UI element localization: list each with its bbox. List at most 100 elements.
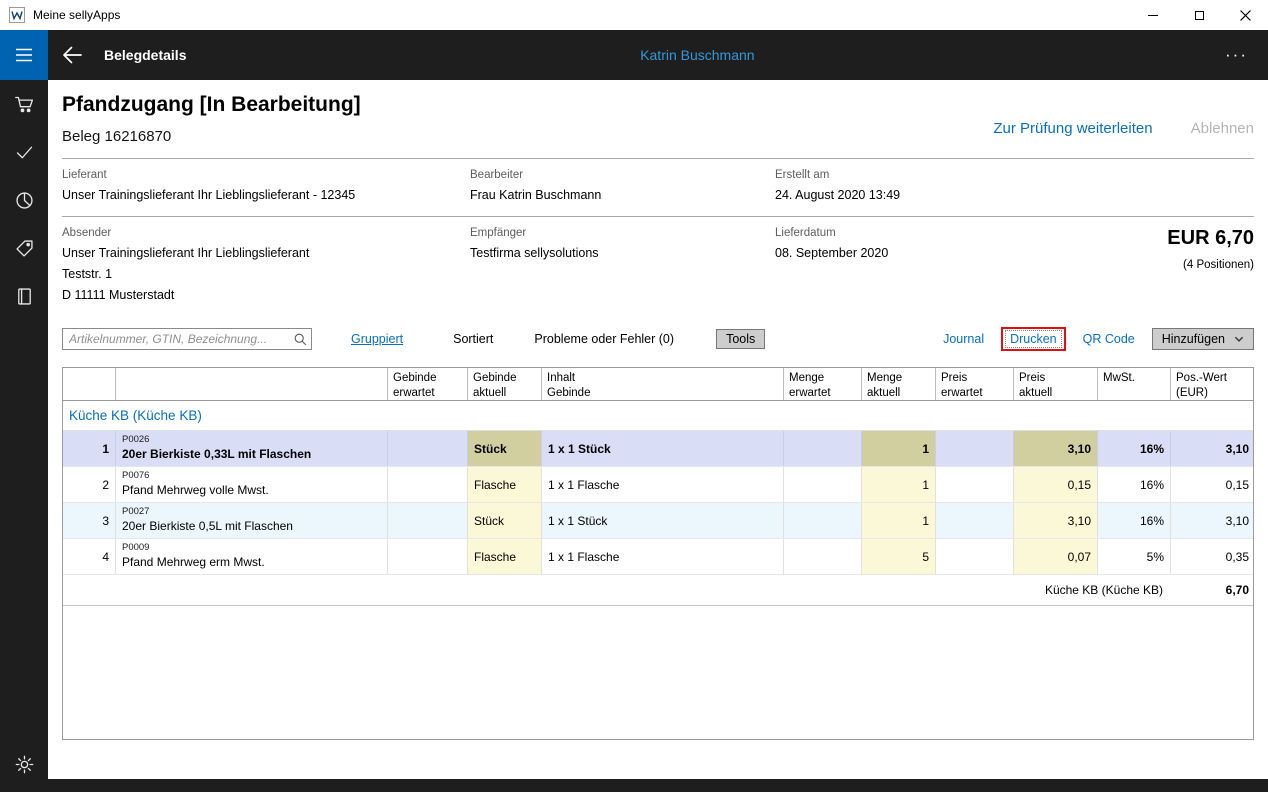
sidebar-item-journal[interactable] bbox=[0, 272, 48, 320]
maximize-icon bbox=[1194, 10, 1204, 20]
bearbeiter-value: Frau Katrin Buschmann bbox=[470, 188, 602, 202]
gebinde-erwartet-cell bbox=[388, 431, 468, 466]
pos-wert-cell: 3,10 bbox=[1225, 513, 1249, 528]
qr-code-button[interactable]: QR Code bbox=[1083, 332, 1135, 346]
col-header-preis-erwartet: Preis erwartet bbox=[936, 368, 1014, 400]
nav-sidebar bbox=[0, 80, 48, 792]
lieferant-value: Unser Trainingslieferant Ihr Lieblingsli… bbox=[62, 188, 356, 202]
sidebar-item-tasks[interactable] bbox=[0, 128, 48, 176]
col-header-inhalt-gebinde: Inhalt Gebinde bbox=[542, 368, 784, 400]
col-header-gebinde-erwartet: Gebinde erwartet bbox=[388, 368, 468, 400]
absender-line-3: D 11111 Musterstadt bbox=[62, 288, 175, 302]
search-input[interactable] bbox=[62, 328, 312, 350]
drucken-button[interactable]: Drucken bbox=[1010, 332, 1057, 346]
absender-line-1: Unser Trainingslieferant Ihr Lieblingsli… bbox=[62, 246, 310, 260]
positions-table: Gebinde erwartet Gebinde aktuell Inhalt … bbox=[62, 367, 1254, 740]
more-options-button[interactable]: ··· bbox=[1225, 46, 1248, 63]
reject-button[interactable]: Ablehnen bbox=[1191, 120, 1254, 137]
preis-erwartet-cell bbox=[936, 539, 1014, 574]
sidebar-item-cart[interactable] bbox=[0, 80, 48, 128]
current-user-link[interactable]: Katrin Buschmann bbox=[640, 47, 754, 63]
menge-aktuell-cell: 1 bbox=[862, 503, 936, 538]
sidebar-item-settings[interactable] bbox=[0, 740, 48, 788]
row-number: 3 bbox=[63, 503, 116, 538]
menge-aktuell-cell: 1 bbox=[862, 467, 936, 502]
journal-book-icon bbox=[17, 287, 31, 305]
forward-for-review-button[interactable]: Zur Prüfung weiterleiten bbox=[993, 120, 1152, 137]
pos-wert-cell: 0,15 bbox=[1225, 477, 1249, 492]
col-header-pos-wert: Pos.-Wert (EUR) bbox=[1176, 372, 1227, 399]
gebinde-erwartet-cell bbox=[388, 503, 468, 538]
close-button[interactable] bbox=[1222, 0, 1268, 30]
col-header-menge-erwartet: Menge erwartet bbox=[784, 368, 862, 400]
gebinde-aktuell-cell: Flasche bbox=[468, 467, 542, 502]
preis-erwartet-cell bbox=[936, 503, 1014, 538]
col-header-number bbox=[63, 368, 116, 400]
settings-gear-icon bbox=[15, 755, 33, 773]
gebinde-aktuell-cell: Flasche bbox=[468, 539, 542, 574]
article-name: 20er Bierkiste 0,33L mit Flaschen bbox=[122, 447, 312, 462]
app-icon bbox=[9, 7, 25, 23]
document-title: Pfandzugang [In Bearbeitung] bbox=[62, 93, 361, 116]
article-cell: P0076 Pfand Mehrweg volle Mwst. bbox=[116, 467, 388, 502]
article-name: Pfand Mehrweg erm Mwst. bbox=[122, 555, 265, 570]
table-row-1[interactable]: 1 P0026 20er Bierkiste 0,33L mit Flasche… bbox=[63, 431, 1253, 467]
search-icon bbox=[294, 333, 307, 346]
sortiert-toggle[interactable]: Sortiert bbox=[453, 332, 493, 346]
drucken-highlight-annotation: Drucken bbox=[1001, 327, 1066, 351]
col-header-gebinde-aktuell: Gebinde aktuell bbox=[468, 368, 542, 400]
preis-erwartet-cell bbox=[936, 467, 1014, 502]
col-header-preis-aktuell: Preis aktuell bbox=[1014, 368, 1098, 400]
hinzufuegen-dropdown-button[interactable]: Hinzufügen bbox=[1151, 328, 1254, 350]
hamburger-menu-button[interactable] bbox=[0, 30, 48, 80]
gruppiert-toggle[interactable]: Gruppiert bbox=[351, 332, 403, 346]
minimize-button[interactable] bbox=[1130, 0, 1176, 30]
mwst-cell: 16% bbox=[1098, 467, 1171, 502]
bearbeiter-label: Bearbeiter bbox=[470, 169, 524, 181]
document-total: EUR 6,70 (4 Positionen) bbox=[1167, 227, 1254, 271]
row-number: 1 bbox=[63, 431, 116, 466]
preis-erwartet-cell bbox=[936, 431, 1014, 466]
window-title: Meine sellyApps bbox=[33, 8, 121, 22]
sidebar-item-reports[interactable] bbox=[0, 176, 48, 224]
empfaenger-value: Testfirma sellysolutions bbox=[470, 246, 599, 260]
hinzufuegen-label: Hinzufügen bbox=[1161, 332, 1225, 346]
col-header-mwst: MwSt. bbox=[1098, 368, 1171, 400]
shopping-cart-icon bbox=[14, 96, 33, 112]
sidebar-item-articles[interactable] bbox=[0, 224, 48, 272]
menge-aktuell-cell: 1 bbox=[862, 431, 936, 466]
preis-aktuell-cell: 3,10 bbox=[1014, 431, 1098, 466]
article-cell: P0027 20er Bierkiste 0,5L mit Flaschen bbox=[116, 503, 388, 538]
position-count: (4 Positionen) bbox=[1183, 259, 1254, 271]
toolbar-right-actions: Journal Drucken QR Code Hinzufügen bbox=[943, 327, 1254, 351]
chevron-down-icon bbox=[1234, 336, 1244, 342]
journal-button[interactable]: Journal bbox=[943, 332, 984, 346]
empfaenger-label: Empfänger bbox=[470, 227, 527, 239]
document-number: Beleg 16216870 bbox=[62, 128, 172, 145]
preis-aktuell-cell: 0,15 bbox=[1014, 467, 1098, 502]
price-tag-icon bbox=[15, 239, 33, 257]
table-row-4[interactable]: 4 P0009 Pfand Mehrweg erm Mwst. Flasche … bbox=[63, 539, 1253, 575]
document-actions: Zur Prüfung weiterleiten Ablehnen bbox=[993, 120, 1254, 145]
probleme-filter[interactable]: Probleme oder Fehler (0) bbox=[534, 332, 674, 346]
menge-aktuell-cell: 5 bbox=[862, 539, 936, 574]
pos-wert-cell: 0,35 bbox=[1225, 549, 1249, 564]
bottom-bar bbox=[48, 779, 1268, 792]
item-toolbar: Gruppiert Sortiert Probleme oder Fehler … bbox=[62, 326, 1254, 352]
back-arrow-icon bbox=[63, 46, 82, 64]
gebinde-erwartet-cell bbox=[388, 539, 468, 574]
maximize-button[interactable] bbox=[1176, 0, 1222, 30]
pie-chart-icon bbox=[15, 191, 33, 209]
inhalt-gebinde-cell: 1 x 1 Flasche bbox=[542, 467, 784, 502]
table-row-3[interactable]: 3 P0027 20er Bierkiste 0,5L mit Flaschen… bbox=[63, 503, 1253, 539]
gebinde-erwartet-cell bbox=[388, 467, 468, 502]
table-row-2[interactable]: 2 P0076 Pfand Mehrweg volle Mwst. Flasch… bbox=[63, 467, 1253, 503]
gebinde-aktuell-cell: Stück bbox=[468, 503, 542, 538]
row-number: 2 bbox=[63, 467, 116, 502]
hamburger-icon bbox=[16, 48, 32, 62]
tools-button[interactable]: Tools bbox=[716, 329, 766, 349]
back-button[interactable] bbox=[61, 44, 83, 66]
main-content: Pfandzugang [In Bearbeitung] Beleg 16216… bbox=[48, 80, 1268, 779]
article-code: P0026 bbox=[122, 434, 150, 446]
inhalt-gebinde-cell: 1 x 1 Stück bbox=[542, 431, 784, 466]
